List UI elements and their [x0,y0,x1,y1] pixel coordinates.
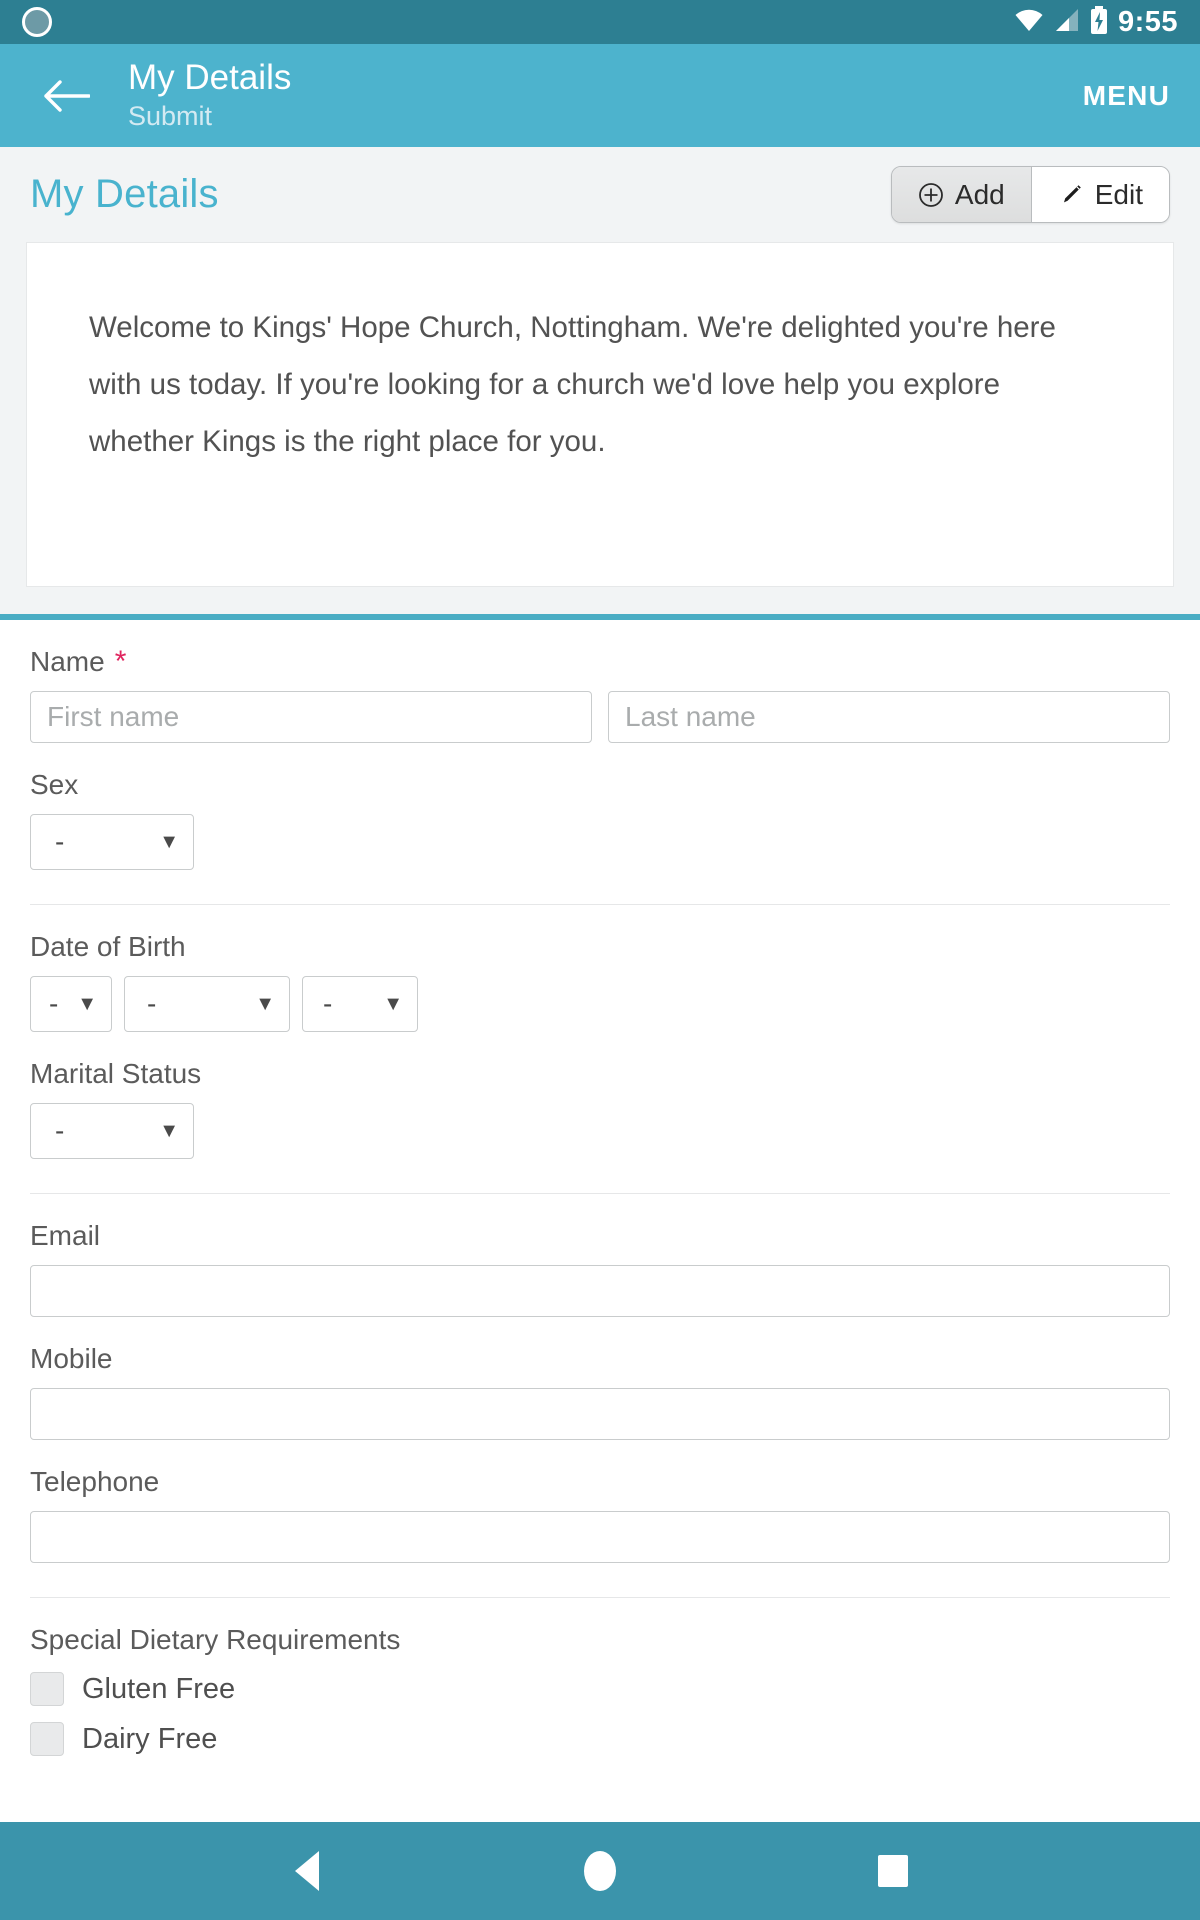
sex-field-group: Sex - ▼ [30,743,1170,870]
status-bar-left [22,7,52,37]
dob-selects-row: - ▼ - ▼ - ▼ [30,976,1170,1032]
chevron-down-icon: ▼ [255,993,275,1015]
dietary-option-gluten-free[interactable]: Gluten Free [30,1672,1170,1706]
telephone-field-group: Telephone [30,1440,1170,1563]
app-bar: My Details Submit MENU [0,44,1200,147]
page-header: My Details Add Edit [0,147,1200,242]
marital-field-group: Marital Status - ▼ [30,1032,1170,1159]
add-button-label: Add [954,178,1005,210]
screen: 9:55 My Details Submit MENU My Details A… [0,0,1200,1920]
app-bar-title: My Details [128,58,292,98]
welcome-text: Welcome to Kings' Hope Church, Nottingha… [89,311,1056,458]
chevron-down-icon: ▼ [159,1120,179,1142]
last-name-wrapper [608,691,1170,743]
menu-button[interactable]: MENU [1083,80,1170,112]
cell-signal-icon [1054,8,1080,37]
telephone-label: Telephone [30,1466,160,1497]
status-bar: 9:55 [0,0,1200,44]
mobile-input[interactable] [30,1388,1170,1440]
email-label: Email [30,1220,101,1251]
name-inputs-row [30,691,1170,743]
first-name-wrapper [30,691,592,743]
checkbox-dairy-free[interactable] [30,1722,64,1756]
battery-charging-icon [1090,5,1108,39]
checkbox-gluten-free[interactable] [30,1672,64,1706]
dob-year-value: - [323,988,333,1019]
add-edit-segmented-control: Add Edit [890,166,1170,223]
edit-button-label: Edit [1094,178,1143,210]
back-arrow-icon[interactable] [38,68,94,124]
chevron-down-icon: ▼ [383,993,403,1015]
welcome-card: Welcome to Kings' Hope Church, Nottingha… [26,242,1174,587]
app-bar-subtitle: Submit [128,101,213,132]
checkbox-dairy-free-label: Dairy Free [82,1722,218,1755]
marital-select-value: - [55,1115,65,1146]
dietary-field-group: Special Dietary Requirements Gluten Free… [30,1598,1170,1756]
add-button[interactable]: Add [891,167,1032,222]
marital-select[interactable]: - ▼ [30,1103,194,1159]
dob-day-select[interactable]: - ▼ [30,976,112,1032]
dob-day-value: - [49,988,59,1019]
sex-select[interactable]: - ▼ [30,814,194,870]
recents-nav-icon [878,1855,909,1887]
chevron-down-icon: ▼ [77,993,97,1015]
dietary-option-dairy-free[interactable]: Dairy Free [30,1722,1170,1756]
sex-select-value: - [55,826,65,857]
app-bar-titles: My Details Submit [128,58,291,133]
name-label-row: Name * [30,646,1170,678]
name-label: Name [30,646,105,677]
nav-back-button[interactable] [262,1826,352,1916]
required-asterisk: * [114,645,127,678]
page-title: My Details [30,172,219,216]
nav-home-button[interactable] [555,1826,645,1916]
dob-field-group: Date of Birth - ▼ - ▼ - ▼ [30,905,1170,1032]
plus-circle-icon [918,182,944,208]
status-clock: 9:55 [1117,5,1178,38]
chevron-down-icon: ▼ [159,831,179,853]
marital-label: Marital Status [30,1058,202,1089]
welcome-card-wrapper: Welcome to Kings' Hope Church, Nottingha… [0,242,1200,587]
back-nav-icon [294,1851,319,1891]
home-nav-icon [583,1851,616,1891]
edit-button[interactable]: Edit [1031,167,1169,222]
first-name-input[interactable] [30,691,592,743]
email-field-group: Email [30,1194,1170,1317]
dob-month-select[interactable]: - ▼ [124,976,290,1032]
last-name-input[interactable] [608,691,1170,743]
dob-year-select[interactable]: - ▼ [302,976,418,1032]
wifi-icon [1014,8,1044,37]
mobile-field-group: Mobile [30,1317,1170,1440]
name-field-group: Name * [30,620,1170,743]
nav-recents-button[interactable] [848,1826,938,1916]
telephone-input[interactable] [30,1511,1170,1563]
details-form: Name * Sex - ▼ Date of Birth [0,620,1200,1756]
dob-label: Date of Birth [30,931,186,962]
email-input[interactable] [30,1265,1170,1317]
dietary-label: Special Dietary Requirements [30,1624,401,1655]
welcome-gap [0,587,1200,614]
checkbox-gluten-free-label: Gluten Free [82,1672,236,1705]
status-bar-right: 9:55 [1014,5,1178,39]
notification-dot-icon [22,7,52,37]
mobile-label: Mobile [30,1343,113,1374]
sex-label: Sex [30,769,79,800]
pencil-icon [1058,182,1084,208]
android-nav-bar [0,1822,1200,1920]
dob-month-value: - [147,988,157,1019]
